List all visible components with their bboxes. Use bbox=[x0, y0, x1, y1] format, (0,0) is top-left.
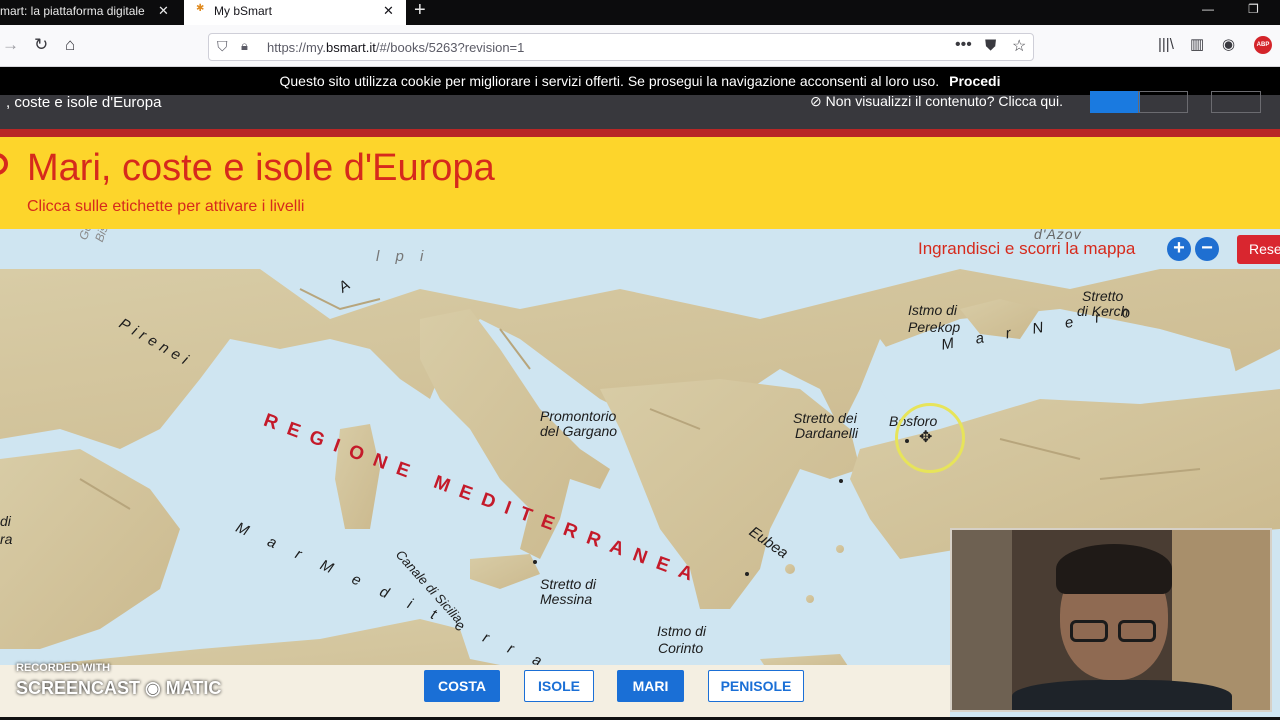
map-label-messina-1: Stretto di bbox=[540, 576, 597, 592]
bookmark-star-icon[interactable]: ☆ bbox=[1012, 36, 1026, 56]
map-label-perekop-1: Istmo di bbox=[908, 302, 958, 318]
page-subtitle: Clicca sulle etichette per attivare i li… bbox=[27, 198, 305, 215]
no-view-link[interactable]: ⊘ Non visualizzi il contenuto? Clicca qu… bbox=[810, 93, 1063, 110]
zoom-hint: Ingrandisci e scorri la mappa bbox=[918, 239, 1136, 258]
single-page-view-button[interactable] bbox=[1090, 91, 1140, 113]
map-label-kerch-1: Stretto bbox=[1082, 288, 1124, 304]
account-icon[interactable]: ◉ bbox=[1222, 35, 1235, 55]
page-title: Mari, coste e isole d'Europa bbox=[27, 147, 495, 189]
reload-icon[interactable]: ↻ bbox=[34, 35, 48, 55]
reader-toolbar: , coste e isole d'Europa ⊘ Non visualizz… bbox=[0, 91, 1280, 133]
forward-icon[interactable]: → bbox=[2, 35, 19, 55]
adblock-icon[interactable]: ABP bbox=[1254, 36, 1272, 54]
map-label-corinto-1: Istmo di bbox=[657, 623, 707, 639]
glasses-icon bbox=[1118, 620, 1156, 642]
home-icon[interactable]: ⌂ bbox=[65, 35, 75, 55]
minimize-icon[interactable]: — bbox=[1202, 2, 1214, 16]
new-tab-icon[interactable]: + bbox=[414, 0, 426, 20]
divider bbox=[0, 129, 1280, 137]
sidebar-icon[interactable]: ▥ bbox=[1190, 35, 1204, 55]
tab-inactive[interactable]: mart: la piattaforma digitale bbox=[0, 0, 180, 25]
book-title: , coste e isole d'Europa bbox=[6, 94, 162, 111]
screencast-watermark: RECORDED WITH SCREENCAST ◉ MATIC bbox=[16, 662, 221, 699]
block-icon: ⊘ bbox=[810, 93, 822, 109]
tab-title: mart: la piattaforma digitale bbox=[0, 4, 145, 18]
navigation-bar: → ↻ ⌂ ⛉ 🔒︎ https://my.bsmart.it/#/books/… bbox=[0, 25, 1280, 67]
layer-button-isole[interactable]: ISOLE bbox=[524, 670, 594, 702]
zoom-out-button[interactable]: − bbox=[1195, 237, 1219, 261]
shield-icon[interactable]: ⛉ bbox=[217, 38, 228, 55]
person-shirt bbox=[1012, 680, 1232, 710]
map-label-left-1: di bbox=[0, 513, 11, 529]
map-label-perekop-2: Perekop bbox=[908, 319, 961, 335]
map-label-left-2: ra bbox=[0, 531, 13, 547]
move-cursor-icon: ✥ bbox=[919, 429, 933, 446]
map-label-alpi-rest: l p i bbox=[376, 248, 430, 265]
close-tab-icon[interactable]: ✕ bbox=[158, 0, 169, 22]
tab-bar: mart: la piattaforma digitale ✕ My bSmar… bbox=[0, 0, 1280, 25]
tab-active[interactable]: My bSmart bbox=[184, 0, 406, 25]
lock-icon[interactable]: 🔒︎ bbox=[241, 38, 248, 54]
cookie-banner: Questo sito utilizza cookie per migliora… bbox=[0, 67, 1280, 95]
layer-button-costa[interactable]: COSTA bbox=[424, 670, 500, 702]
url-bar[interactable]: ⛉ 🔒︎ https://my.bsmart.it/#/books/5263?r… bbox=[208, 33, 1034, 61]
map-label-dardanelli-1: Stretto dei bbox=[793, 410, 857, 426]
map-label-messina-2: Messina bbox=[540, 591, 593, 607]
close-tab-icon[interactable]: ✕ bbox=[383, 0, 394, 22]
fullscreen-button[interactable] bbox=[1211, 91, 1261, 113]
double-page-view-button[interactable] bbox=[1138, 91, 1188, 113]
person-hair bbox=[1056, 544, 1172, 594]
watermark-line2: SCREENCAST ◉ MATIC bbox=[16, 678, 222, 698]
map-label-corinto-2: Corinto bbox=[658, 640, 704, 656]
page-header: Mari, coste e isole d'Europa Clicca sull… bbox=[0, 137, 1280, 229]
cookie-text: Questo sito utilizza cookie per migliora… bbox=[279, 73, 940, 89]
library-icon[interactable]: |||\ bbox=[1158, 35, 1174, 55]
layer-button-penisole[interactable]: PENISOLE bbox=[708, 670, 804, 702]
watermark-line1: RECORDED WITH bbox=[16, 662, 111, 674]
webcam-background bbox=[952, 530, 1012, 710]
layer-button-mari[interactable]: MARI bbox=[617, 670, 684, 702]
more-icon[interactable]: ••• bbox=[955, 36, 972, 54]
cookie-accept-button[interactable]: Procedi bbox=[949, 73, 1000, 89]
map-label-gargano-1: Promontorio bbox=[540, 408, 617, 424]
tab-title: My bSmart bbox=[214, 4, 273, 18]
map-label-gargano-2: del Gargano bbox=[540, 423, 618, 439]
restore-icon[interactable]: ❐ bbox=[1248, 2, 1259, 16]
favicon-icon: ✱ bbox=[196, 3, 205, 14]
header-bullet-icon bbox=[0, 153, 8, 175]
glasses-icon bbox=[1070, 620, 1108, 642]
reset-button[interactable]: Rese bbox=[1237, 235, 1280, 264]
map-label-dardanelli-2: Dardanelli bbox=[795, 425, 859, 441]
pocket-icon[interactable]: ⛊ bbox=[985, 37, 996, 54]
url-text[interactable]: https://my.bsmart.it/#/books/5263?revisi… bbox=[267, 40, 524, 55]
webcam-overlay bbox=[950, 528, 1272, 712]
zoom-in-button[interactable]: + bbox=[1167, 237, 1191, 261]
